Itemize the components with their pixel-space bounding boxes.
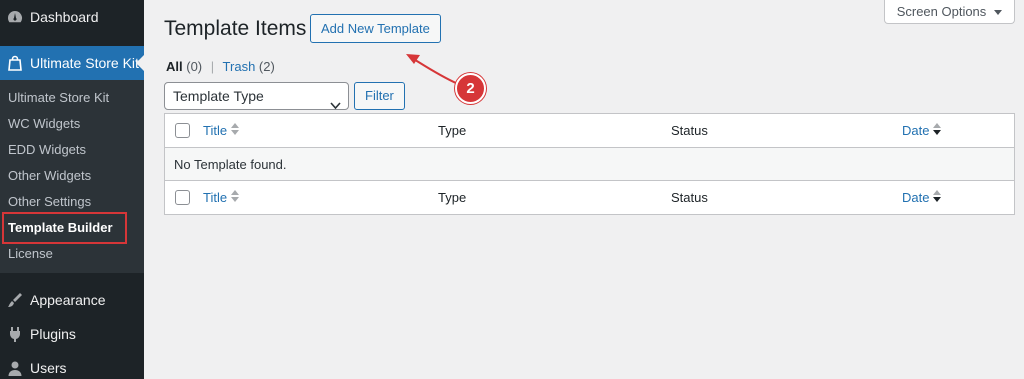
column-title-footer-label: Title xyxy=(203,190,228,205)
caret-down-icon xyxy=(994,4,1003,19)
empty-message: No Template found. xyxy=(174,156,287,172)
empty-row: No Template found. xyxy=(165,148,1014,180)
select-all-checkbox[interactable] xyxy=(175,123,190,138)
column-date-header[interactable]: Date xyxy=(902,123,942,138)
submenu-template-builder-label: Template Builder xyxy=(8,220,113,235)
submenu-edd-widgets[interactable]: EDD Widgets xyxy=(0,137,144,163)
column-date-label: Date xyxy=(902,123,930,138)
menu-users-label: Users xyxy=(30,360,67,376)
view-trash-count: (2) xyxy=(258,59,275,74)
chevron-down-icon xyxy=(330,92,341,110)
submenu-ultimate-store-kit[interactable]: Ultimate Store Kit xyxy=(0,85,144,111)
submenu-other-widgets[interactable]: Other Widgets xyxy=(0,163,144,189)
paintbrush-icon xyxy=(6,291,24,309)
sort-desc-icon xyxy=(933,190,942,205)
sort-icon xyxy=(231,123,240,138)
table-footer-row: Title Type Status Date xyxy=(165,180,1014,214)
submenu-template-builder[interactable]: Template Builder xyxy=(0,212,144,244)
select-all-checkbox-footer[interactable] xyxy=(175,190,190,205)
menu-ultimate-store-kit[interactable]: Ultimate Store Kit xyxy=(0,46,144,80)
template-type-select[interactable]: Template Type xyxy=(164,82,349,110)
submenu-wc-widgets[interactable]: WC Widgets xyxy=(0,111,144,137)
menu-plugins[interactable]: Plugins xyxy=(0,317,144,351)
add-new-template-button[interactable]: Add New Template xyxy=(310,14,441,43)
view-separator: | xyxy=(210,59,215,74)
menu-appearance-label: Appearance xyxy=(30,292,106,308)
column-date-footer[interactable]: Date xyxy=(902,190,942,205)
submenu-other-settings[interactable]: Other Settings xyxy=(0,189,144,215)
store-kit-submenu: Ultimate Store Kit WC Widgets EDD Widget… xyxy=(0,80,144,273)
menu-users[interactable]: Users xyxy=(0,351,144,379)
user-icon xyxy=(6,359,24,377)
view-trash-link[interactable]: Trash xyxy=(223,59,256,74)
template-type-value: Template Type xyxy=(173,88,264,104)
view-all-count: (0) xyxy=(186,59,203,74)
page-title: Template Items xyxy=(164,17,307,40)
column-title-footer[interactable]: Title xyxy=(203,190,240,205)
menu-appearance[interactable]: Appearance xyxy=(0,283,144,317)
menu-dashboard[interactable]: Dashboard xyxy=(0,0,144,34)
step-badge: 2 xyxy=(455,73,486,104)
menu-ultimate-store-kit-label: Ultimate Store Kit xyxy=(30,55,139,71)
column-date-footer-label: Date xyxy=(902,190,930,205)
column-status-header: Status xyxy=(671,123,708,138)
view-all-link[interactable]: All xyxy=(166,59,183,74)
shopping-bag-icon xyxy=(6,54,24,72)
view-filters: All (0) | Trash (2) xyxy=(166,59,275,74)
screen-options-label: Screen Options xyxy=(896,4,987,19)
menu-dashboard-label: Dashboard xyxy=(30,9,99,25)
column-type-footer: Type xyxy=(438,190,467,205)
table-header-row: Title Type Status Date xyxy=(165,114,1014,148)
submenu-license[interactable]: License xyxy=(0,241,144,267)
column-status-footer: Status xyxy=(671,190,708,205)
sort-desc-icon xyxy=(933,123,942,138)
main-content: Screen Options Template Items Add New Te… xyxy=(144,0,1024,379)
admin-sidebar: Dashboard Ultimate Store Kit Ultimate St… xyxy=(0,0,144,379)
plugin-icon xyxy=(6,325,24,343)
column-type-header: Type xyxy=(438,123,467,138)
sort-icon xyxy=(231,190,240,205)
dashboard-icon xyxy=(6,8,24,26)
screen-options-button[interactable]: Screen Options xyxy=(884,0,1015,24)
menu-plugins-label: Plugins xyxy=(30,326,76,342)
column-title-header[interactable]: Title xyxy=(203,123,240,138)
filter-button[interactable]: Filter xyxy=(354,82,405,110)
templates-table: Title Type Status Date No Template found… xyxy=(164,113,1015,215)
column-title-label: Title xyxy=(203,123,228,138)
